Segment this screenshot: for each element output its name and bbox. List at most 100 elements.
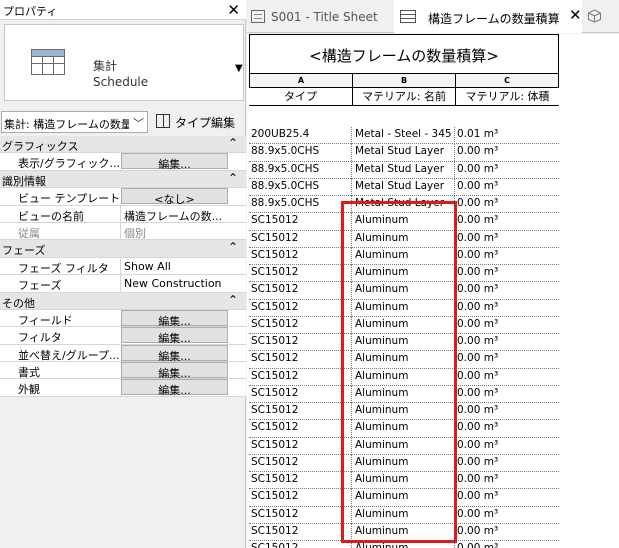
table-row[interactable]: 88.9x5.0CHS Metal Stud Layer 0.00 m³ — [249, 178, 559, 196]
cell-material-volume[interactable]: 0.00 m³ — [457, 180, 557, 192]
cell-material-volume[interactable]: 0.00 m³ — [457, 301, 557, 313]
cube-icon[interactable] — [587, 9, 602, 23]
edit-button[interactable]: 編集... — [121, 379, 228, 397]
edit-button[interactable]: 編集... — [121, 362, 228, 380]
edit-button[interactable]: 編集... — [121, 309, 228, 328]
cell-material-volume[interactable]: 0.00 m³ — [457, 283, 557, 295]
close-icon[interactable]: ✕ — [569, 6, 582, 24]
property-group[interactable]: その他 ⌃ — [0, 292, 246, 310]
cell-type[interactable]: SC15012 — [251, 473, 349, 485]
cell-material-volume[interactable]: 0.00 m³ — [457, 370, 557, 382]
property-group[interactable]: グラフィックス ⌃ — [0, 136, 246, 154]
column-letter-c[interactable]: C — [455, 74, 559, 88]
field-header-material-name[interactable]: マテリアル: 名前 — [353, 88, 455, 106]
cell-material-volume[interactable]: 0.01 m³ — [457, 128, 557, 140]
cell-type[interactable]: 88.9x5.0CHS — [251, 163, 349, 175]
cell-type[interactable]: 88.9x5.0CHS — [251, 145, 349, 157]
collapse-chevron-icon[interactable]: ⌃ — [228, 240, 238, 254]
cell-type[interactable]: SC15012 — [251, 318, 349, 330]
cell-type[interactable]: SC15012 — [251, 249, 349, 261]
cell-material-volume[interactable]: 0.00 m³ — [457, 318, 557, 330]
property-group[interactable]: フェーズ ⌃ — [0, 240, 246, 258]
type-selector[interactable]: 集計 Schedule ▼ — [4, 24, 244, 101]
cell-material-volume[interactable]: 0.00 m³ — [457, 232, 557, 244]
property-value[interactable]: New Construction — [120, 275, 230, 293]
cell-material-volume[interactable]: 0.00 m³ — [457, 163, 557, 175]
column-letter-b[interactable]: B — [352, 74, 456, 88]
property-value[interactable]: Show All — [120, 257, 230, 275]
cell-material-volume[interactable]: 0.00 m³ — [457, 197, 557, 209]
cell-material-volume[interactable]: 0.00 m³ — [457, 249, 557, 261]
cell-material-volume[interactable]: 0.00 m³ — [457, 439, 557, 451]
cell-material-volume[interactable]: 0.00 m³ — [457, 335, 557, 347]
field-header-material-volume[interactable]: マテリアル: 体積 — [456, 88, 559, 106]
cell-material-name[interactable]: Metal Stud Layer — [355, 145, 455, 157]
cell-type[interactable]: SC15012 — [251, 421, 349, 433]
edit-button[interactable]: 編集... — [121, 153, 228, 171]
instance-select-value: 集計: 構造フレームの数量積算 — [4, 118, 129, 131]
cell-type[interactable]: SC15012 — [251, 508, 349, 520]
cell-type[interactable]: 200UB25.4 — [251, 128, 349, 140]
cell-type[interactable]: SC15012 — [251, 490, 349, 502]
table-row[interactable]: 200UB25.4 Metal - Steel - 345 0.01 m³ — [249, 127, 559, 145]
properties-title-bar: プロパティ ✕ — [0, 0, 246, 20]
cell-material-volume[interactable]: 0.00 m³ — [457, 266, 557, 278]
edit-button[interactable]: 編集... — [121, 344, 228, 363]
cell-material-volume[interactable]: 0.00 m³ — [457, 421, 557, 433]
column-letter-a[interactable]: A — [249, 74, 353, 88]
cell-type[interactable]: SC15012 — [251, 370, 349, 382]
cell-type[interactable]: SC15012 — [251, 232, 349, 244]
cell-material-volume[interactable]: 0.00 m³ — [457, 404, 557, 416]
table-row[interactable]: 88.9x5.0CHS Metal Stud Layer 0.00 m³ — [249, 161, 559, 179]
cell-material-volume[interactable]: 0.00 m³ — [457, 508, 557, 520]
cell-material-volume[interactable]: 0.00 m³ — [457, 456, 557, 468]
cell-type[interactable]: SC15012 — [251, 352, 349, 364]
close-icon[interactable]: ✕ — [227, 1, 240, 19]
cell-material-name[interactable]: Metal Stud Layer — [355, 180, 455, 192]
property-label: ビューの名前 — [18, 209, 84, 223]
collapse-chevron-icon[interactable]: ⌃ — [228, 136, 238, 150]
cell-type[interactable]: SC15012 — [251, 456, 349, 468]
table-row[interactable]: 88.9x5.0CHS Metal Stud Layer 0.00 m³ — [249, 144, 559, 162]
cell-material-volume[interactable]: 0.00 m³ — [457, 490, 557, 502]
cell-material-volume[interactable]: 0.00 m³ — [457, 145, 557, 157]
cell-type[interactable]: SC15012 — [251, 214, 349, 226]
cell-type[interactable]: 88.9x5.0CHS — [251, 180, 349, 192]
field-header-type[interactable]: タイプ — [249, 88, 352, 106]
cell-type[interactable]: SC15012 — [251, 301, 349, 313]
cell-type[interactable]: SC15012 — [251, 404, 349, 416]
cell-divider — [351, 161, 352, 179]
cell-type[interactable]: SC15012 — [251, 525, 349, 537]
cell-material-volume[interactable]: 0.00 m³ — [457, 542, 557, 548]
cell-material-volume[interactable]: 0.00 m³ — [457, 387, 557, 399]
property-value[interactable]: 構造フレームの数... — [120, 205, 230, 223]
cell-type[interactable]: SC15012 — [251, 335, 349, 347]
properties-panel: プロパティ ✕ 集計 Schedule ▼ 集計: 構造フレームの数量積算 ﹀ … — [0, 0, 246, 548]
edit-type-button[interactable]: タイプ編集 — [152, 111, 244, 133]
collapse-chevron-icon[interactable]: ⌃ — [228, 171, 238, 185]
collapse-chevron-icon[interactable]: ⌃ — [228, 293, 238, 307]
edit-button[interactable]: 編集... — [121, 327, 228, 345]
tab-title-sheet[interactable]: S001 - Title Sheet — [247, 0, 393, 33]
cell-material-volume[interactable]: 0.00 m³ — [457, 525, 557, 537]
instance-select[interactable]: 集計: 構造フレームの数量積算 ﹀ — [1, 111, 148, 133]
cell-type[interactable]: SC15012 — [251, 542, 349, 548]
cell-material-volume[interactable]: 0.00 m³ — [457, 214, 557, 226]
tab-schedule[interactable]: 構造フレームの数量積算 ✕ — [394, 0, 582, 33]
cell-material-volume[interactable]: 0.00 m³ — [457, 352, 557, 364]
edit-button[interactable]: <なし> — [121, 188, 228, 206]
cell-type[interactable]: SC15012 — [251, 439, 349, 451]
cell-type[interactable]: SC15012 — [251, 283, 349, 295]
cell-type[interactable]: SC15012 — [251, 387, 349, 399]
cell-material-name[interactable]: Metal Stud Layer — [355, 163, 455, 175]
schedule-icon — [400, 10, 416, 23]
cell-material-volume[interactable]: 0.00 m³ — [457, 473, 557, 485]
highlight-box — [341, 201, 457, 543]
dropdown-arrow-icon[interactable]: ▼ — [235, 63, 243, 74]
property-value[interactable]: 個別 — [120, 222, 230, 240]
property-value-text: 構造フレームの数... — [124, 209, 223, 223]
property-group[interactable]: 識別情報 ⌃ — [0, 170, 246, 189]
cell-type[interactable]: 88.9x5.0CHS — [251, 197, 349, 209]
cell-type[interactable]: SC15012 — [251, 266, 349, 278]
cell-material-name[interactable]: Metal - Steel - 345 — [355, 128, 455, 140]
